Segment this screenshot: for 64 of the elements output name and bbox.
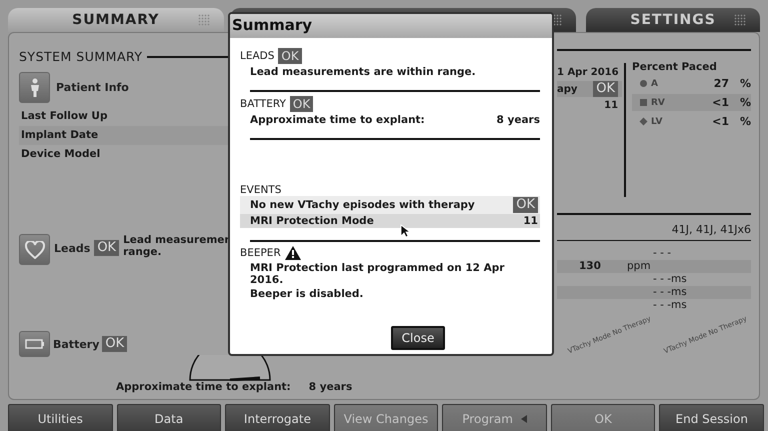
percent-unit: % bbox=[738, 96, 751, 109]
status-badge: OK bbox=[102, 336, 128, 352]
parameter-value: - - -ms bbox=[653, 299, 687, 312]
square-icon bbox=[640, 99, 647, 106]
dot-grid-icon bbox=[734, 14, 746, 26]
battery-icon[interactable] bbox=[19, 331, 50, 357]
dialog-text: MRI Protection last programmed on 12 Apr 2016. bbox=[250, 262, 506, 286]
tab[interactable]: SUMMARY bbox=[8, 8, 224, 32]
section-title: LEADS bbox=[240, 50, 274, 62]
event-value: 11 bbox=[523, 215, 538, 227]
percent-unit: % bbox=[738, 115, 751, 128]
chamber-label: A bbox=[651, 78, 659, 88]
toolbar-button[interactable]: End Session bbox=[659, 404, 764, 431]
leads-message: range. bbox=[123, 246, 162, 258]
dialog-value: 8 years bbox=[496, 114, 540, 126]
percent-unit: % bbox=[738, 77, 751, 90]
summary-row-text: Last Follow Up bbox=[20, 109, 108, 124]
explant-value: 8 years bbox=[308, 381, 352, 393]
dialog-text: Approximate time to explant: bbox=[250, 114, 425, 126]
toolbar-button[interactable]: Utilities bbox=[8, 404, 113, 431]
dialog-text: Lead measurements are within range. bbox=[250, 66, 476, 78]
percent-value: <1 bbox=[711, 96, 729, 109]
lead-models-text: 41J, 41J, 41Jx6 bbox=[670, 223, 751, 236]
event-text: No new VTachy episodes with therapy bbox=[250, 199, 475, 211]
parameter-value: ppm bbox=[627, 260, 651, 273]
section-title: BATTERY bbox=[240, 98, 286, 110]
therapy-label: apy bbox=[557, 84, 578, 94]
patient-info-label[interactable]: Patient Info bbox=[56, 81, 129, 94]
status-badge: OK bbox=[513, 197, 538, 213]
status-badge: OK bbox=[593, 81, 618, 97]
parameter-value: - - -ms bbox=[653, 286, 687, 299]
leads-message: Lead measuremer bbox=[123, 234, 230, 246]
status-badge: OK bbox=[94, 240, 120, 256]
toolbar-button[interactable]: Data bbox=[116, 404, 222, 431]
status-badge: OK bbox=[290, 96, 314, 112]
circle-icon bbox=[640, 80, 647, 87]
parameter-value: - - -ms bbox=[653, 273, 687, 286]
count-text: 11 bbox=[603, 100, 620, 111]
status-badge: OK bbox=[278, 48, 302, 64]
chamber-label: RV bbox=[651, 98, 666, 108]
dialog-text: Beeper is disabled. bbox=[250, 288, 364, 300]
tab[interactable]: SETTINGS bbox=[586, 8, 760, 32]
chamber-label: LV bbox=[651, 116, 664, 126]
pointer-icon bbox=[400, 224, 410, 238]
parameter-value: - - - bbox=[653, 247, 672, 260]
close-button[interactable]: Close bbox=[390, 326, 446, 350]
percent-value: 27 bbox=[712, 77, 729, 90]
parameter-value: 130 bbox=[579, 260, 602, 273]
leads-label: Leads bbox=[54, 242, 90, 255]
patient-icon[interactable] bbox=[19, 72, 50, 103]
section-title: BEEPER bbox=[240, 247, 281, 259]
percent-paced-title: Percent Paced bbox=[632, 61, 718, 73]
dot-grid-icon bbox=[198, 14, 210, 26]
dialog-title: Summary bbox=[230, 14, 552, 38]
battery-label: Battery bbox=[53, 338, 100, 350]
section-heading: SYSTEM SUMMARY bbox=[19, 49, 143, 64]
summary-row-text: Device Model bbox=[20, 147, 102, 162]
date-text: 1 Apr 2016 bbox=[557, 67, 620, 78]
warning-icon bbox=[284, 246, 301, 260]
percent-value: <1 bbox=[711, 115, 729, 128]
event-text: MRI Protection Mode bbox=[250, 215, 374, 227]
section-title: EVENTS bbox=[240, 184, 282, 196]
explant-label: Approximate time to explant: bbox=[116, 381, 291, 393]
toolbar-button[interactable]: Interrogate bbox=[225, 404, 330, 431]
